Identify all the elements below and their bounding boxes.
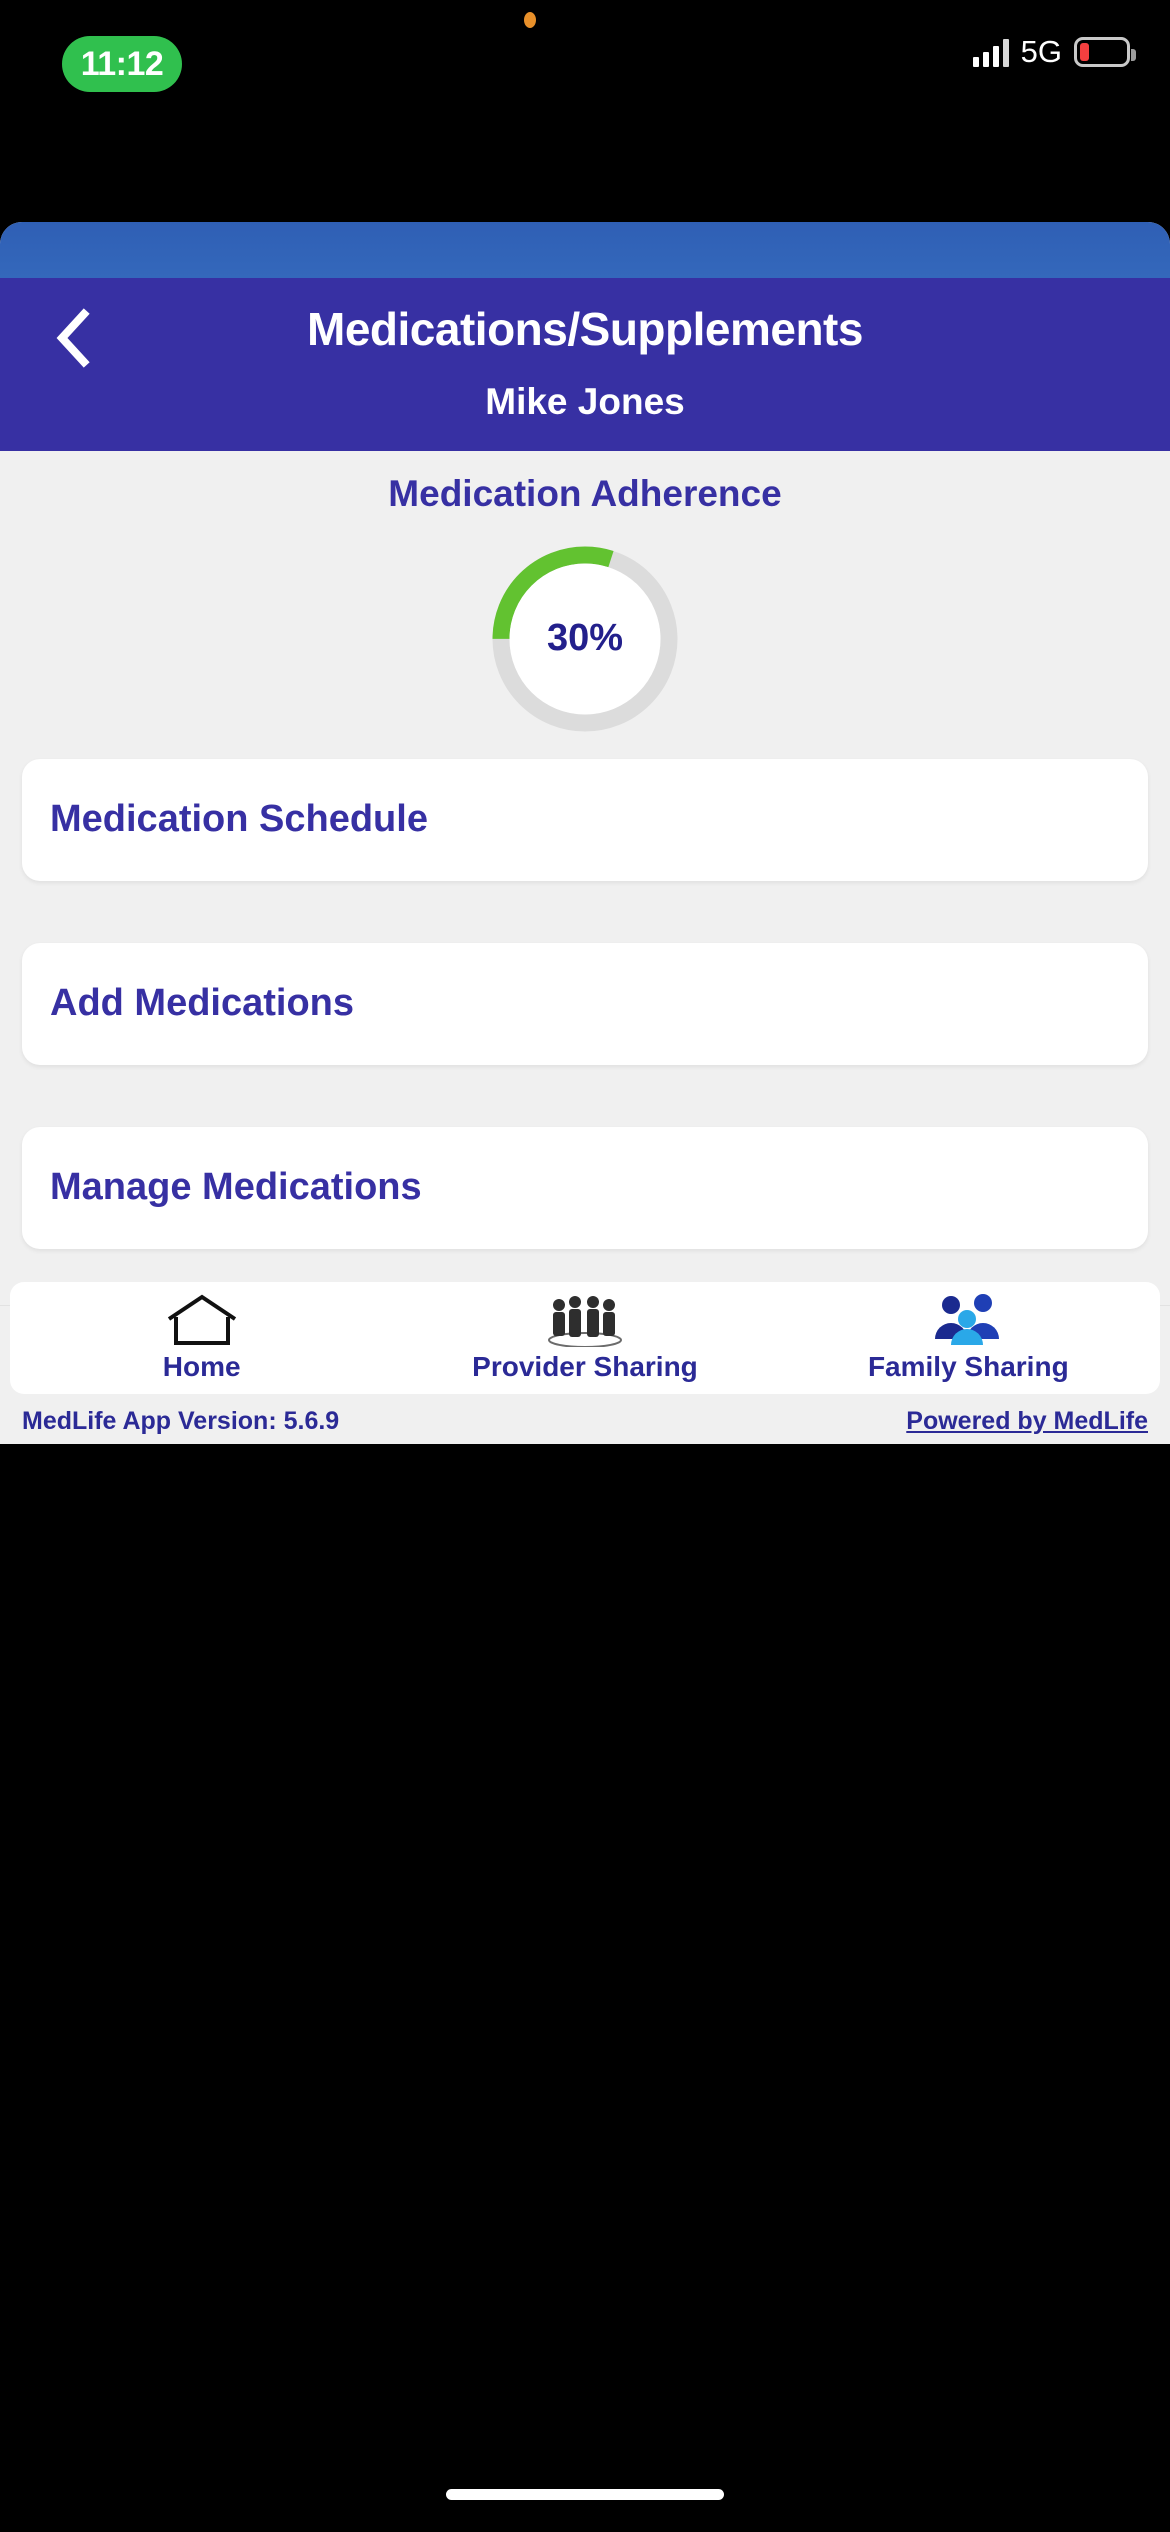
- menu-card-medication-schedule[interactable]: Medication Schedule: [22, 758, 1148, 881]
- adherence-gauge-wrapper: 30%: [0, 539, 1170, 739]
- provider-group-icon: [537, 1293, 633, 1347]
- nav-item-home[interactable]: Home: [10, 1293, 393, 1383]
- nav-item-label: Home: [162, 1351, 241, 1382]
- adherence-donut-chart: 30%: [485, 539, 685, 739]
- nav-item-provider-sharing[interactable]: Provider Sharing: [393, 1293, 776, 1383]
- home-indicator[interactable]: [446, 2489, 724, 2500]
- recording-indicator-icon: [524, 12, 536, 28]
- menu-card-list: Medication Schedule Add Medications Mana…: [0, 758, 1170, 1249]
- nav-item-family-sharing[interactable]: Family Sharing: [777, 1293, 1160, 1383]
- menu-card-label: Add Medications: [50, 982, 355, 1025]
- signal-bars-icon: [972, 37, 1009, 67]
- adherence-value: 30%: [546, 617, 624, 660]
- status-time: 11:12: [80, 44, 164, 83]
- status-time-pill: 11:12: [62, 36, 182, 92]
- menu-card-add-medications[interactable]: Add Medications: [22, 942, 1148, 1065]
- page-title: Medications/Supplements: [307, 303, 863, 355]
- main-content: Medication Adherence 30% Medication Sche…: [0, 450, 1170, 1306]
- battery-low-icon: [1074, 37, 1136, 67]
- menu-card-manage-medications[interactable]: Manage Medications: [22, 1126, 1148, 1249]
- powered-by-link[interactable]: Powered by MedLife: [906, 1407, 1148, 1436]
- network-type-label: 5G: [1020, 34, 1062, 69]
- phone-screen: 11:12 5G Medications/Supplements Mike Jo…: [0, 0, 1170, 2532]
- nav-item-label: Provider Sharing: [472, 1351, 698, 1382]
- menu-card-label: Medication Schedule: [50, 798, 428, 841]
- menu-card-label: Manage Medications: [50, 1166, 422, 1209]
- bottom-navigation-bar: Home Provider Sharing Family Sharing: [10, 1282, 1160, 1394]
- back-button[interactable]: [52, 308, 96, 368]
- status-bar: 11:12 5G: [0, 0, 1170, 140]
- app-window: Medications/Supplements Mike Jones Medic…: [0, 222, 1170, 1444]
- patient-name: Mike Jones: [485, 380, 685, 422]
- header-accent-strip: [0, 222, 1170, 278]
- family-group-icon: [923, 1293, 1013, 1347]
- app-footer: MedLife App Version: 5.6.9 Powered by Me…: [0, 1398, 1170, 1444]
- nav-item-label: Family Sharing: [867, 1351, 1069, 1382]
- status-right-group: 5G: [972, 34, 1136, 70]
- home-icon: [163, 1293, 241, 1347]
- adherence-section-title: Medication Adherence: [388, 472, 782, 514]
- app-version-label: MedLife App Version: 5.6.9: [22, 1406, 340, 1435]
- page-header: Medications/Supplements Mike Jones: [0, 278, 1170, 451]
